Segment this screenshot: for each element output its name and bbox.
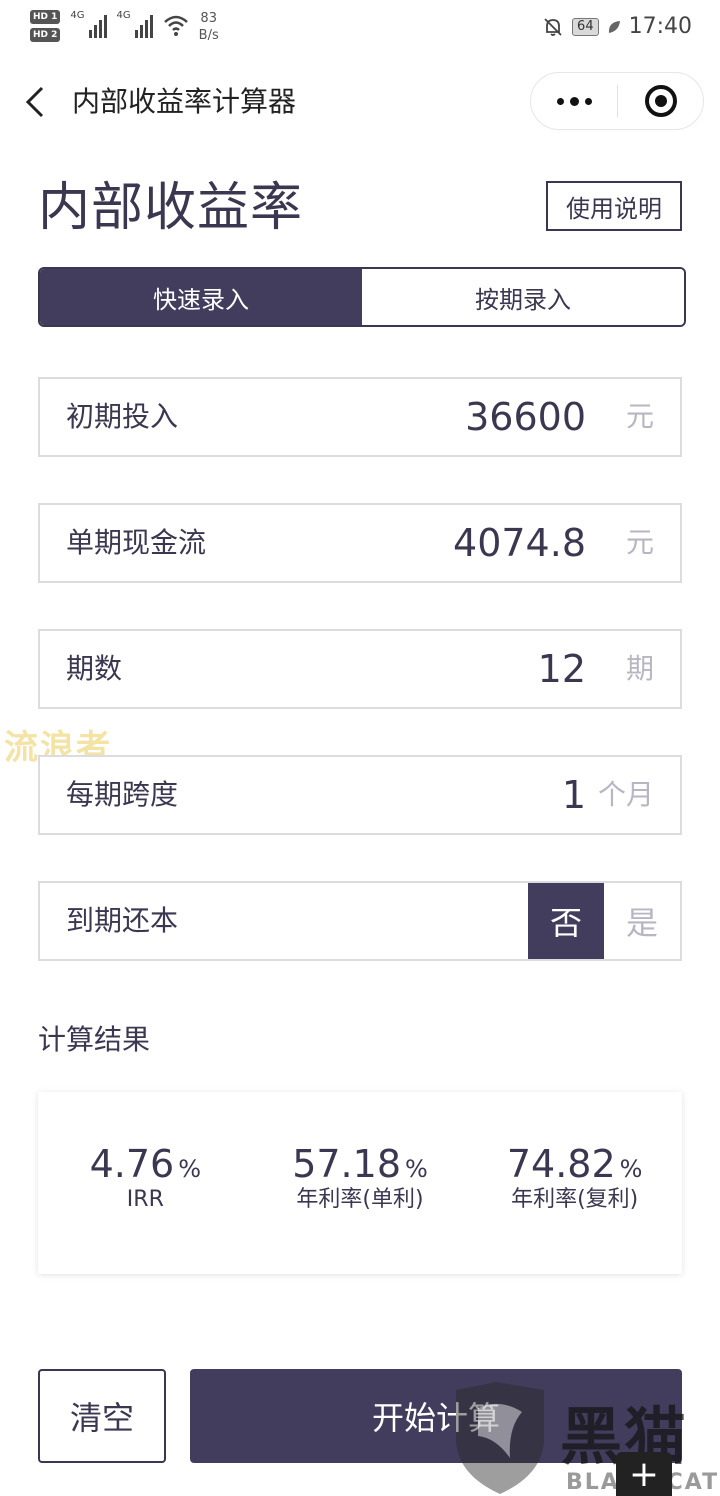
periods-input[interactable]: 12	[538, 631, 586, 707]
tab-period-input[interactable]: 按期录入	[362, 269, 684, 325]
status-left: HD 1 HD 2 4G 4G 83 B/s	[30, 10, 219, 44]
status-bar: HD 1 HD 2 4G 4G 83 B/s 64 17:40	[0, 0, 720, 58]
initial-investment-field[interactable]: 初期投入 36600 元	[38, 377, 682, 457]
page-title: 内部收益率	[38, 178, 304, 238]
principal-return-field: 到期还本 否 是	[38, 881, 682, 961]
network-type-2: 4G	[116, 10, 131, 21]
compound-rate-value: 74.82	[506, 1142, 616, 1186]
percent-sign: %	[405, 1155, 428, 1183]
field-unit: 元	[625, 526, 654, 559]
back-arrow-icon[interactable]	[22, 84, 50, 120]
irr-metric: 4.76 % IRR	[38, 1092, 253, 1274]
irr-label: IRR	[126, 1187, 164, 1212]
nav-bar: 内部收益率计算器	[0, 66, 720, 138]
simple-rate-value: 57.18	[292, 1142, 401, 1186]
field-unit: 期	[625, 652, 654, 685]
field-label: 每期跨度	[66, 778, 179, 811]
field-label: 期数	[66, 652, 123, 685]
net-speed-value: 83	[200, 11, 217, 26]
field-unit: 元	[625, 400, 654, 433]
signal-1-icon: 4G	[70, 10, 107, 38]
period-span-field[interactable]: 每期跨度 1 个月	[38, 755, 682, 835]
cashflow-field[interactable]: 单期现金流 4074.8 元	[38, 503, 682, 583]
simple-rate-label: 年利率(单利)	[296, 1187, 424, 1212]
irr-value: 4.76	[89, 1142, 175, 1186]
initial-investment-input[interactable]: 36600	[465, 379, 586, 455]
more-dot-icon	[584, 97, 592, 105]
sim-badges: HD 1 HD 2	[30, 10, 61, 42]
cashflow-input[interactable]: 4074.8	[453, 505, 586, 581]
clear-button[interactable]: 清空	[38, 1369, 166, 1463]
plus-icon[interactable]: +	[616, 1452, 672, 1496]
more-dot-icon	[569, 96, 579, 106]
field-label: 初期投入	[66, 400, 179, 433]
status-right: 64 17:40	[542, 14, 692, 39]
field-label: 到期还本	[66, 904, 179, 937]
network-type-1: 4G	[70, 10, 85, 21]
net-speed-unit: B/s	[198, 28, 219, 43]
period-span-input[interactable]: 1	[562, 757, 586, 833]
principal-no-option[interactable]: 否	[528, 883, 604, 959]
results-card: 4.76 % IRR 57.18 % 年利率(单利) 74.82 % 年利率(复…	[38, 1092, 682, 1274]
start-calculation-button[interactable]: 开始计算	[190, 1369, 682, 1463]
more-menu-button[interactable]	[531, 73, 617, 129]
tab-quick-input[interactable]: 快速录入	[40, 269, 362, 325]
close-miniprogram-button[interactable]	[618, 73, 703, 129]
results-title: 计算结果	[38, 1023, 151, 1056]
leaf-icon	[608, 20, 620, 33]
bell-muted-icon	[544, 17, 562, 36]
battery-icon: 64	[572, 17, 599, 36]
miniprogram-capsule	[530, 72, 704, 130]
simple-rate-metric: 57.18 % 年利率(单利)	[253, 1092, 468, 1274]
input-mode-tabs: 快速录入 按期录入	[38, 267, 686, 327]
target-icon	[644, 85, 677, 117]
field-unit: 个月	[597, 778, 654, 811]
field-label: 单期现金流	[66, 526, 207, 559]
help-button[interactable]: 使用说明	[546, 181, 682, 231]
principal-yes-option[interactable]: 是	[604, 883, 680, 959]
clock: 17:40	[628, 14, 692, 39]
compound-rate-label: 年利率(复利)	[511, 1187, 639, 1212]
hd1-badge: HD 1	[30, 10, 61, 24]
more-dot-icon	[556, 97, 564, 105]
hd2-badge: HD 2	[30, 28, 61, 42]
percent-sign: %	[178, 1155, 202, 1183]
signal-2-icon: 4G	[117, 10, 153, 38]
wifi-icon	[163, 15, 188, 36]
percent-sign: %	[619, 1155, 643, 1183]
net-speed: 83 B/s	[199, 10, 219, 44]
compound-rate-metric: 74.82 % 年利率(复利)	[467, 1092, 682, 1274]
nav-title: 内部收益率计算器	[72, 85, 297, 118]
periods-field[interactable]: 期数 12 期	[38, 629, 682, 709]
